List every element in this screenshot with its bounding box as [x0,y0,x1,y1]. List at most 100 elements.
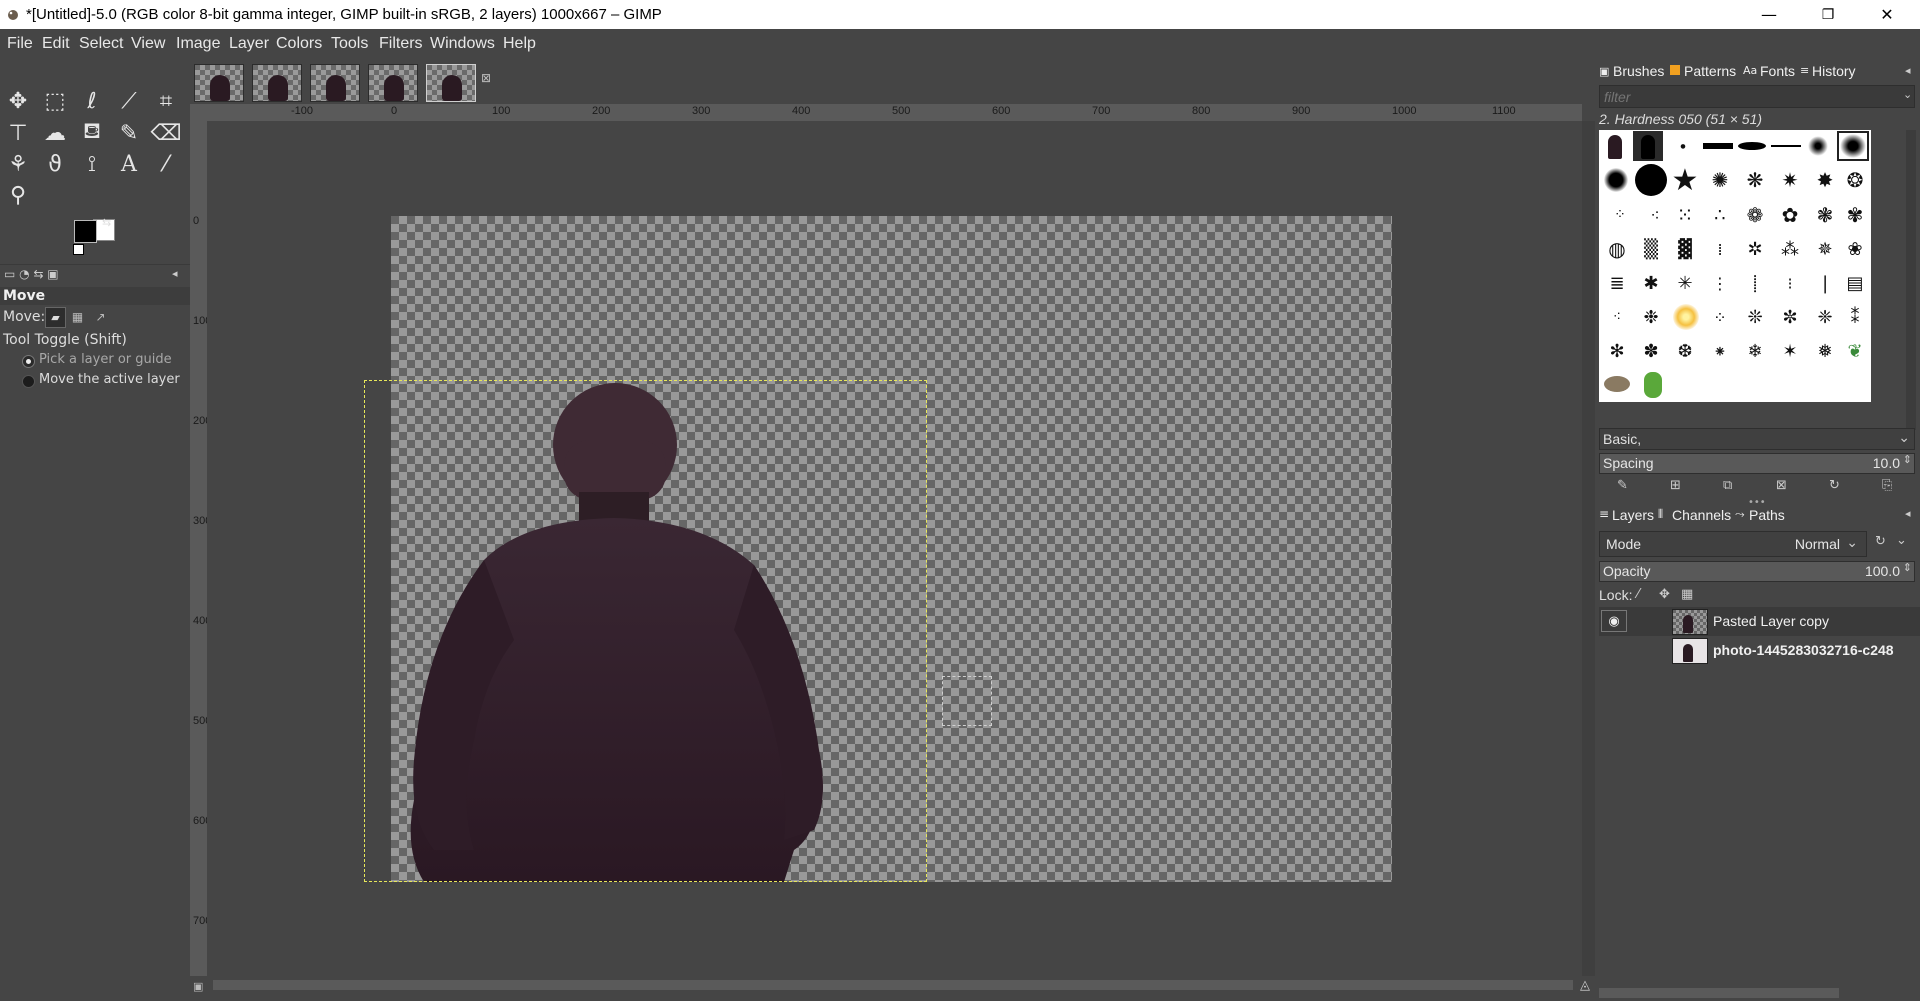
brush-lines-4[interactable]: ⋮ [1705,268,1735,298]
edit-brush-icon[interactable]: ✎ [1617,478,1628,493]
brush-misc-1[interactable]: ⁖ [1602,302,1632,332]
brush-ink-7[interactable]: ❅ [1810,336,1840,366]
brush-lines-3[interactable]: ✳ [1670,268,1700,298]
navigate-icon[interactable]: ◬ [1580,978,1590,993]
image-tab-1[interactable] [194,64,244,102]
horizontal-scrollbar-track[interactable] [213,980,1573,990]
brush-scatter-1[interactable]: ⁘ [1605,200,1635,230]
tool-options-tab-icons[interactable]: ▭ ◔ ⇆ ▣ [4,267,59,281]
tab-fonts[interactable]: Fonts [1760,63,1795,79]
move-active-radio[interactable] [22,375,35,388]
lasso-tool-icon[interactable]: ℓ [77,86,107,116]
brush-scatter-8[interactable]: ✾ [1840,200,1870,230]
move-path-mode-icon[interactable]: ↗ [91,307,110,326]
smudge-tool-icon[interactable]: ϑ [40,149,70,179]
minimize-button[interactable]: — [1740,0,1798,29]
brush-texture-7[interactable]: ✵ [1810,234,1840,264]
brush-scatter-7[interactable]: ❃ [1810,200,1840,230]
quick-mask-icon[interactable]: ▣ [193,980,203,993]
brush-ink-6[interactable]: ✶ [1775,336,1805,366]
layer-mode-select[interactable]: Mode Normal ⌄ [1599,531,1867,557]
dock-menu-icon[interactable]: ◂ [1905,64,1911,77]
brush-ink-5[interactable]: ❄ [1740,336,1770,366]
brush-line[interactable] [1771,145,1801,147]
text-tool-icon[interactable]: A [114,149,144,179]
tab-layers[interactable]: Layers [1612,507,1654,523]
brush-ink-3[interactable]: ❆ [1670,336,1700,366]
menu-file[interactable]: File [7,35,33,53]
pick-layer-radio[interactable] [22,355,35,368]
warp-tool-icon[interactable]: ☁ [40,118,70,148]
lock-pixels-icon[interactable]: ⁄ [1637,587,1639,602]
restore-button[interactable]: ❐ [1799,0,1857,29]
opacity-spin-icon[interactable]: ⇕ [1903,561,1912,574]
move-active-option[interactable]: Move the active layer [39,372,180,387]
brush-texture-2[interactable]: ▒ [1636,234,1666,264]
brush-scrollbar[interactable] [1906,130,1916,430]
eraser-tool-icon[interactable]: ⌫ [150,118,181,148]
brush-lines-6[interactable]: ⁝ [1775,268,1805,298]
fuzzy-select-tool-icon[interactable]: ⟋ [114,86,144,116]
menu-layer[interactable]: Layer [229,35,269,53]
crop-tool-icon[interactable]: ⌗ [151,86,181,116]
brush-splatter-2[interactable]: ❋ [1740,165,1770,195]
brush-lines-8[interactable]: ▤ [1840,268,1870,298]
menu-filters[interactable]: Filters [379,35,423,53]
brush-filter-input[interactable] [1599,85,1915,108]
menu-windows[interactable]: Windows [430,35,495,53]
menu-edit[interactable]: Edit [42,35,70,53]
swap-colors-icon[interactable]: ⇆ [102,216,111,229]
image-tab-5-active[interactable] [426,64,476,102]
brush-misc-5[interactable]: ✼ [1775,302,1805,332]
brush-texture-3[interactable]: ▓ [1670,234,1700,264]
layer-name[interactable]: photo-1445283032716-c248 [1713,642,1894,658]
move-layer-mode-icon[interactable]: ▰ [45,307,66,328]
brush-dot-small[interactable]: ● [1668,131,1698,161]
brush-tag-select[interactable]: Basic, ⌄ [1599,428,1915,450]
transform-tool-icon[interactable]: ⊤ [3,118,33,148]
brush-texture-1[interactable]: ◍ [1602,234,1632,264]
refresh-brushes-icon[interactable]: ↻ [1829,478,1840,493]
brush-wilber[interactable] [1600,366,1634,400]
layer-row[interactable]: photo-1445283032716-c248 [1599,636,1920,665]
image-tab-2[interactable] [252,64,302,102]
lock-alpha-icon[interactable]: ▦ [1681,587,1693,602]
panel-menu-icon[interactable]: ◂ [172,267,178,280]
new-brush-icon[interactable]: ⊞ [1670,478,1681,493]
brush-hard-circle[interactable] [1635,164,1667,196]
brush-star[interactable]: ★ [1670,163,1700,198]
brush-scatter-6[interactable]: ✿ [1775,200,1805,230]
zoom-tool-icon[interactable]: ⚲ [3,180,33,210]
brush-splatter-1[interactable]: ✺ [1705,165,1735,195]
delete-brush-icon[interactable]: ⊠ [1776,478,1787,493]
spacing-slider[interactable]: Spacing 10.0 ⇕ [1599,453,1915,474]
horizontal-scrollbar[interactable] [207,976,1582,1001]
brush-ellipse[interactable] [1738,142,1766,150]
brush-texture-4[interactable]: ⁞ [1705,234,1735,264]
brush-texture-5[interactable]: ✲ [1740,234,1770,264]
brush-fuzzy-2[interactable] [1604,168,1628,192]
duplicate-brush-icon[interactable]: ⧉ [1723,478,1732,493]
brush-ink-1[interactable]: ✻ [1602,336,1632,366]
brush-block[interactable] [1703,143,1733,149]
clone-tool-icon[interactable]: ⚘ [3,149,33,179]
foreground-color-swatch[interactable] [74,220,97,243]
menu-tools[interactable]: Tools [331,35,368,53]
brush-person-2[interactable] [1633,131,1663,161]
menu-help[interactable]: Help [503,35,536,53]
brush-lines-1[interactable]: ≣ [1602,268,1632,298]
brush-texture-6[interactable]: ⁂ [1775,234,1805,264]
brush-misc-2[interactable]: ❉ [1636,302,1666,332]
brush-scatter-3[interactable]: ⁙ [1670,200,1700,230]
brush-lines-2[interactable]: ✱ [1636,268,1666,298]
spacing-spin-icon[interactable]: ⇕ [1903,453,1912,466]
horizontal-ruler[interactable]: -100 0 100 200 300 400 500 600 700 800 9… [207,104,1582,122]
rect-select-tool-icon[interactable]: ⬚ [40,86,70,116]
brush-fuzzy-1[interactable] [1808,136,1828,156]
open-brush-as-image-icon[interactable]: ⎘ [1882,478,1892,493]
paintbrush-tool-icon[interactable]: ✎ [114,118,144,148]
brush-splatter-4[interactable]: ✸ [1810,165,1840,195]
tab-paths[interactable]: Paths [1749,507,1785,523]
default-colors-icon[interactable] [73,244,84,255]
brush-misc-4[interactable]: ❊ [1740,302,1770,332]
